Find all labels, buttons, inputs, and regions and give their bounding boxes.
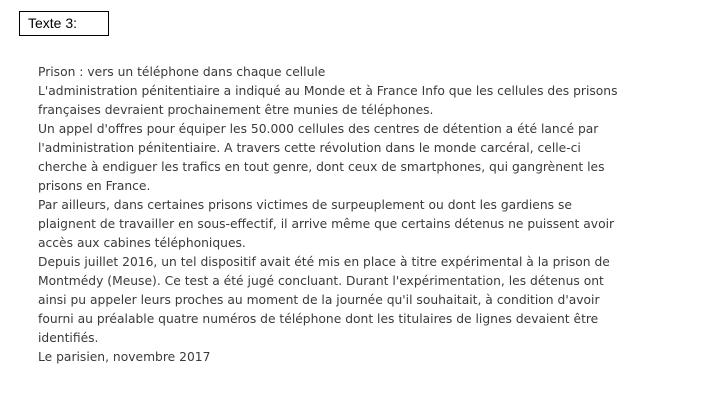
article-line: Montmédy (Meuse). Ce test a été jugé con… — [38, 274, 604, 288]
article-source: Le parisien, novembre 2017 — [38, 350, 211, 364]
article-body: Prison : vers un téléphone dans chaque c… — [38, 63, 708, 367]
article-line: plaignent de travailler en sous-effectif… — [38, 217, 615, 231]
article-line: l'administration pénitentiaire. A traver… — [38, 141, 581, 155]
article-line: accès aux cabines téléphoniques. — [38, 236, 246, 250]
article-line: françaises devraient prochainement être … — [38, 103, 434, 117]
article-line: Depuis juillet 2016, un tel dispositif a… — [38, 255, 610, 269]
article-line: identifiés. — [38, 331, 99, 345]
article-title: Prison : vers un téléphone dans chaque c… — [38, 65, 326, 79]
article-line: cherche à endiguer les trafics en tout g… — [38, 160, 605, 174]
article-line: Un appel d'offres pour équiper les 50.00… — [38, 122, 599, 136]
article-line: Par ailleurs, dans certaines prisons vic… — [38, 198, 572, 212]
text-label: Texte 3: — [19, 11, 109, 36]
article-line: ainsi pu appeler leurs proches au moment… — [38, 293, 600, 307]
article-line: prisons en France. — [38, 179, 151, 193]
article-line: L'administration pénitentiaire a indiqué… — [38, 84, 618, 98]
article-line: fourni au préalable quatre numéros de té… — [38, 312, 599, 326]
